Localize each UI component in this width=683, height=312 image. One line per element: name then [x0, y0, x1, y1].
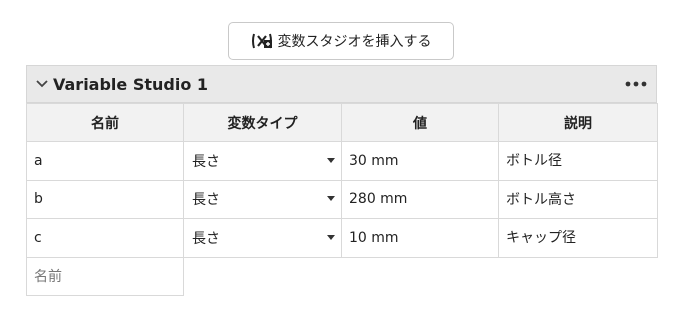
variable-name-cell[interactable]: c	[26, 218, 184, 258]
variable-type-dropdown[interactable]: 長さ	[183, 179, 342, 219]
empty-cell	[499, 257, 658, 296]
table-row: a 長さ 30 mm ボトル径	[26, 141, 658, 181]
variable-description-cell[interactable]: ボトル高さ	[498, 179, 658, 219]
variable-name-cell[interactable]: b	[26, 179, 184, 219]
table-header-row: 名前 変数タイプ 値 説明	[26, 103, 658, 142]
insert-variable-studio-button[interactable]: 変数スタジオを挿入する	[228, 22, 454, 60]
dropdown-caret-icon	[327, 157, 335, 163]
column-header-description[interactable]: 説明	[498, 103, 658, 142]
variable-type-value: 長さ	[192, 153, 220, 170]
insert-variable-studio-label: 変数スタジオを挿入する	[277, 34, 432, 50]
variable-description-cell[interactable]: ボトル径	[498, 141, 658, 181]
variable-type-value: 長さ	[192, 192, 220, 209]
empty-cell	[184, 257, 342, 296]
variables-table: 名前 変数タイプ 値 説明 a 長さ 30 mm ボトル径 b 長さ 280 m…	[26, 103, 658, 296]
variable-type-value: 長さ	[192, 230, 220, 247]
more-horizontal-icon[interactable]	[624, 74, 648, 94]
variable-type-dropdown[interactable]: 長さ	[183, 141, 342, 181]
new-variable-name-input[interactable]: 名前	[26, 256, 184, 296]
dropdown-caret-icon	[327, 234, 335, 240]
table-row: c 長さ 10 mm キャップ径	[26, 218, 658, 258]
variable-name-cell[interactable]: a	[26, 141, 184, 181]
variable-value-cell[interactable]: 280 mm	[341, 179, 499, 219]
variable-value-cell[interactable]: 30 mm	[341, 141, 499, 181]
variable-studio-panel: Variable Studio 1 名前 変数タイプ 値 説明 a 長さ 30 …	[26, 65, 658, 296]
column-header-value[interactable]: 値	[341, 103, 499, 142]
variable-studio-header: Variable Studio 1	[26, 65, 657, 103]
studio-title: Variable Studio 1	[53, 74, 209, 94]
column-header-type[interactable]: 変数タイプ	[183, 103, 342, 142]
variable-type-dropdown[interactable]: 長さ	[183, 218, 342, 258]
chevron-down-icon[interactable]	[31, 73, 53, 95]
dropdown-caret-icon	[327, 196, 335, 202]
variable-studio-icon	[251, 31, 273, 51]
column-header-name[interactable]: 名前	[26, 103, 184, 142]
empty-cell	[342, 257, 499, 296]
new-variable-row: 名前	[26, 256, 658, 296]
variable-description-cell[interactable]: キャップ径	[498, 218, 658, 258]
variable-value-cell[interactable]: 10 mm	[341, 218, 499, 258]
table-row: b 長さ 280 mm ボトル高さ	[26, 179, 658, 219]
